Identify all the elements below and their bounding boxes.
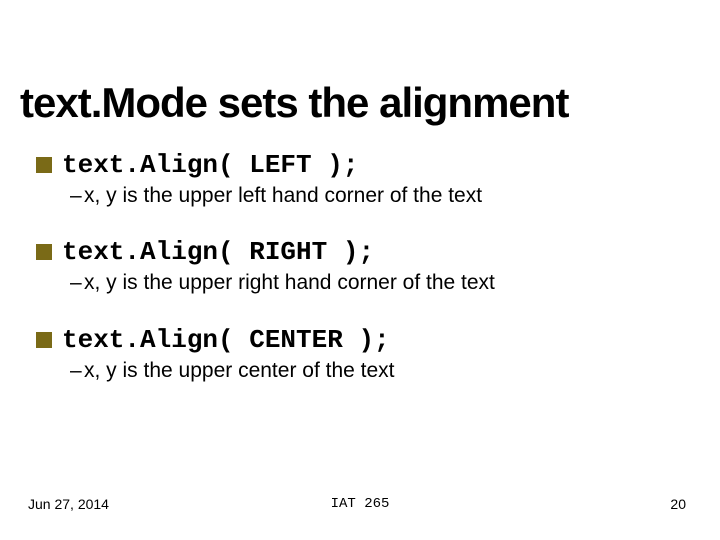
- square-bullet-icon: [36, 332, 52, 348]
- sub-bullet-text: x, y is the upper left hand corner of th…: [84, 184, 482, 207]
- slide-title: text.Mode sets the alignment: [20, 82, 568, 124]
- bullet-row: text.Align( RIGHT );: [36, 237, 676, 267]
- square-bullet-icon: [36, 244, 52, 260]
- code-text: text.Align( LEFT );: [62, 150, 358, 180]
- list-item: text.Align( CENTER ); – x, y is the uppe…: [36, 325, 676, 384]
- slide-body: text.Align( LEFT ); – x, y is the upper …: [36, 150, 676, 412]
- code-text: text.Align( CENTER );: [62, 325, 390, 355]
- slide: text.Mode sets the alignment text.Align(…: [0, 0, 720, 540]
- list-item: text.Align( LEFT ); – x, y is the upper …: [36, 150, 676, 209]
- dash-icon: –: [70, 269, 84, 296]
- slide-footer: Jun 27, 2014 IAT 265 20: [0, 492, 720, 512]
- bullet-row: text.Align( CENTER );: [36, 325, 676, 355]
- footer-page: 20: [670, 496, 686, 512]
- dash-icon: –: [70, 357, 84, 384]
- sub-bullet-row: – x, y is the upper center of the text: [70, 357, 676, 384]
- bullet-row: text.Align( LEFT );: [36, 150, 676, 180]
- square-bullet-icon: [36, 157, 52, 173]
- code-text: text.Align( RIGHT );: [62, 237, 374, 267]
- dash-icon: –: [70, 182, 84, 209]
- sub-bullet-row: – x, y is the upper left hand corner of …: [70, 182, 676, 209]
- sub-bullet-text: x, y is the upper right hand corner of t…: [84, 271, 495, 294]
- sub-bullet-row: – x, y is the upper right hand corner of…: [70, 269, 676, 296]
- sub-bullet-text: x, y is the upper center of the text: [84, 359, 395, 382]
- list-item: text.Align( RIGHT ); – x, y is the upper…: [36, 237, 676, 296]
- footer-course: IAT 265: [0, 496, 720, 512]
